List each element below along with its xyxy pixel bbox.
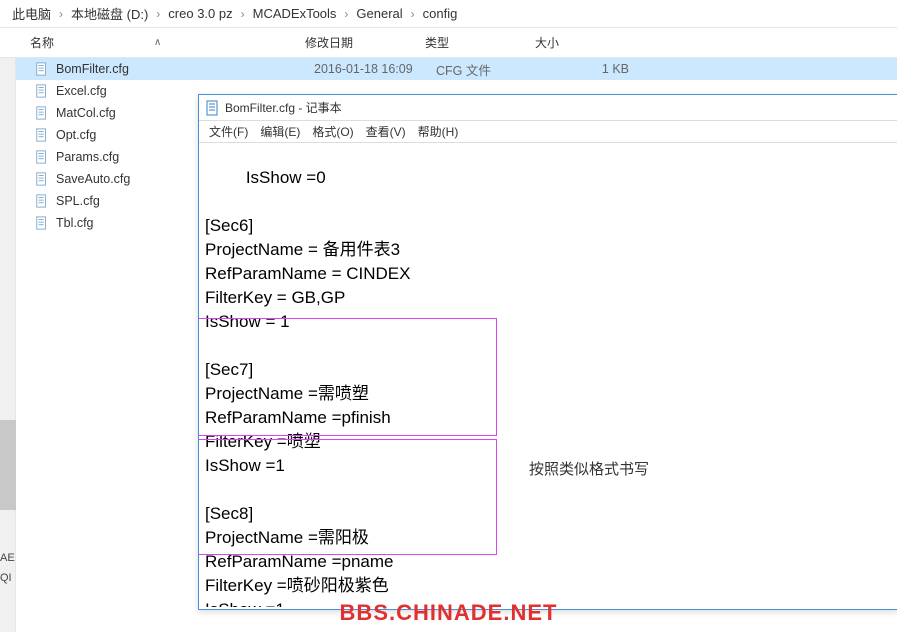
chevron-right-icon: › [152,7,164,21]
sort-asc-icon: ∧ [154,37,161,48]
notepad-textarea[interactable]: IsShow =0 [Sec6] ProjectName = 备用件表3 Ref… [199,143,897,607]
file-icon [34,150,50,164]
file-icon [34,128,50,142]
notepad-text: IsShow =0 [Sec6] ProjectName = 备用件表3 Ref… [205,168,410,607]
pin-column [0,58,16,632]
chevron-right-icon: › [55,7,67,21]
file-icon [34,194,50,208]
notepad-icon [205,100,221,116]
file-icon [34,62,50,76]
breadcrumb-item[interactable]: MCADExTools [249,4,341,23]
file-size: 1 KB [549,62,649,76]
notepad-menubar: 文件(F) 编辑(E) 格式(O) 查看(V) 帮助(H) [199,121,897,143]
breadcrumb: 此电脑 › 本地磁盘 (D:) › creo 3.0 pz › MCADExTo… [0,0,897,28]
header-name[interactable]: 名称 ∧ [20,30,295,55]
breadcrumb-item[interactable]: 本地磁盘 (D:) [67,2,152,25]
file-icon [34,106,50,120]
column-headers: 名称 ∧ 修改日期 类型 大小 [0,28,897,58]
menu-format[interactable]: 格式(O) [306,121,359,142]
file-type: CFG 文件 [436,60,549,79]
file-date: 2016-01-18 16:09 [314,62,436,76]
chevron-right-icon: › [237,7,249,21]
notepad-title-text: BomFilter.cfg - 记事本 [225,99,342,116]
menu-help[interactable]: 帮助(H) [412,121,465,142]
file-icon [34,84,50,98]
left-cut-labels: AE QI [0,552,15,592]
menu-edit[interactable]: 编辑(E) [254,121,306,142]
scrollbar-thumb[interactable] [0,420,16,510]
file-icon [34,216,50,230]
breadcrumb-item[interactable]: 此电脑 [8,2,55,25]
watermark: BBS.CHINADE.NET [340,600,558,626]
header-size[interactable]: 大小 [525,30,625,55]
menu-file[interactable]: 文件(F) [203,121,254,142]
file-icon [34,172,50,186]
chevron-right-icon: › [340,7,352,21]
notepad-window: BomFilter.cfg - 记事本 文件(F) 编辑(E) 格式(O) 查看… [198,94,897,610]
file-name: BomFilter.cfg [56,62,314,76]
breadcrumb-item[interactable]: config [419,4,462,23]
menu-view[interactable]: 查看(V) [360,121,412,142]
breadcrumb-item[interactable]: General [352,4,406,23]
notepad-titlebar[interactable]: BomFilter.cfg - 记事本 [199,95,897,121]
file-row[interactable]: BomFilter.cfg2016-01-18 16:09CFG 文件1 KB [16,58,897,80]
header-date[interactable]: 修改日期 [295,30,415,55]
header-type[interactable]: 类型 [415,30,525,55]
chevron-right-icon: › [407,7,419,21]
breadcrumb-item[interactable]: creo 3.0 pz [164,4,236,23]
annotation-text: 按照类似格式书写 [529,459,649,481]
